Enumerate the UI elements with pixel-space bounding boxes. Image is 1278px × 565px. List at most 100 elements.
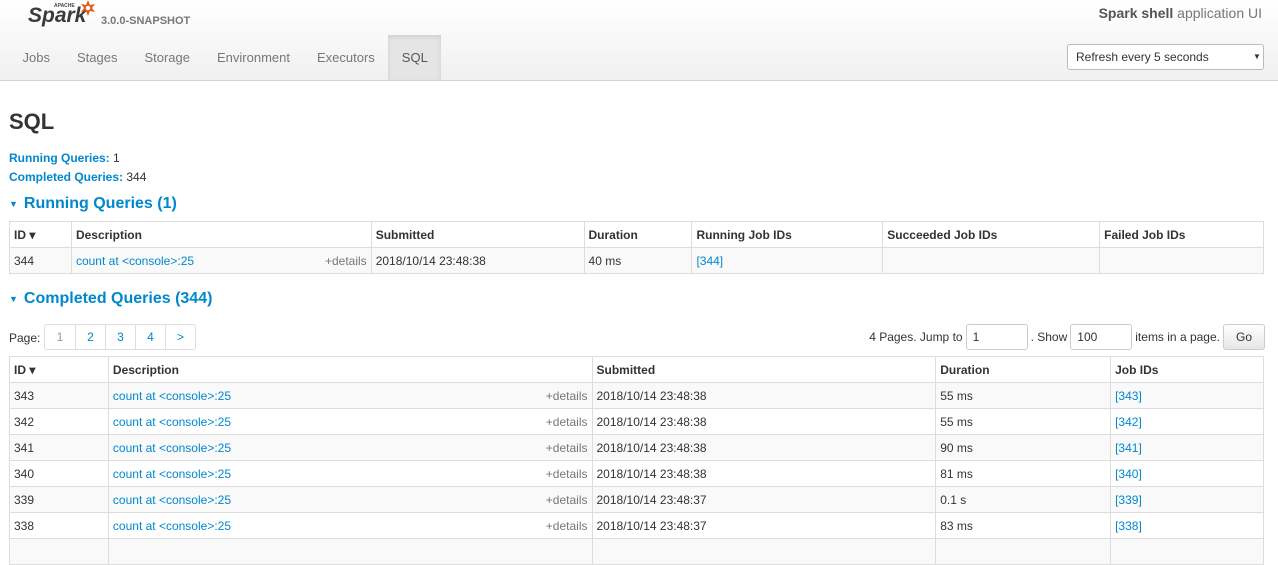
column-header[interactable]: ID ▾: [9, 221, 72, 248]
summary-list: Running Queries: 1 Completed Queries: 34…: [9, 149, 1265, 187]
description-cell: count at <console>:25 +details: [107, 434, 592, 461]
duration: 83 ms: [935, 512, 1111, 539]
details-toggle[interactable]: +details: [546, 519, 588, 533]
job-id-link[interactable]: [338]: [1115, 519, 1142, 533]
items-text: items in a page.: [1135, 330, 1220, 344]
logo-text: Spark: [28, 4, 88, 27]
completed-queries-toggle[interactable]: ▼ Completed Queries (344): [9, 290, 1265, 308]
tab-storage[interactable]: Storage: [131, 35, 204, 80]
column-header[interactable]: Duration: [583, 221, 692, 248]
description-link[interactable]: count at <console>:25: [113, 415, 231, 429]
details-toggle[interactable]: +details: [546, 389, 588, 403]
page-title: SQL: [9, 109, 55, 134]
description-link[interactable]: count at <console>:25: [113, 519, 231, 533]
jump-controls: 4 Pages. Jump to 1 . Show 100 items in a…: [869, 324, 1265, 350]
app-title: Spark shell application UI: [1099, 5, 1262, 21]
submitted-time: 2018/10/14 23:48:37: [591, 512, 936, 539]
completed-queries-count: 344: [126, 170, 147, 184]
column-header[interactable]: ID ▾: [9, 356, 109, 383]
details-toggle[interactable]: +details: [546, 467, 588, 481]
completed-queries-heading: Completed Queries (344): [23, 290, 213, 307]
details-toggle[interactable]: +details: [325, 254, 367, 268]
query-id: 344: [9, 247, 72, 274]
description-cell: count at <console>:25 +details: [107, 486, 592, 513]
completed-queries-link[interactable]: Completed Queries:: [9, 170, 123, 184]
job-id-link[interactable]: [341]: [1115, 441, 1142, 455]
description-link[interactable]: count at <console>:25: [113, 441, 231, 455]
tab-stages[interactable]: Stages: [63, 35, 130, 80]
completed-queries-table: ID ▾ Description Submitted Duration Job IDs …: [9, 356, 1264, 565]
job-ids: [338]: [1110, 512, 1264, 539]
column-header[interactable]: Failed Job IDs: [1099, 221, 1264, 248]
description-link[interactable]: count at <console>:25: [76, 254, 194, 268]
brand[interactable]: APACHE Spark 3.0.0-SNAPSHOT: [22, 0, 222, 32]
app-name: Spark shell: [1098, 5, 1174, 21]
page-link-2[interactable]: 2: [75, 325, 105, 349]
description-cell: [107, 538, 592, 565]
page-link-5[interactable]: >: [165, 325, 195, 349]
job-id-link[interactable]: [344]: [696, 254, 723, 268]
query-id: 343: [9, 382, 109, 409]
jump-page-input[interactable]: 1: [965, 324, 1028, 350]
app-title-suffix: application UI: [1177, 5, 1262, 21]
show-text: . Show: [1030, 330, 1068, 344]
query-id: 339: [9, 486, 109, 513]
pagination: 1 2 3 4 >: [44, 324, 196, 350]
tab-environment[interactable]: Environment: [204, 35, 304, 80]
description-link[interactable]: count at <console>:25: [113, 389, 231, 403]
top-navbar: APACHE Spark 3.0.0-SNAPSHOT Spark shell …: [0, 0, 1278, 81]
submitted-time: [591, 538, 936, 565]
job-id-link[interactable]: [339]: [1115, 493, 1142, 507]
column-header[interactable]: Running Job IDs: [691, 221, 883, 248]
table-row: 340 count at <console>:25 +details 2018/10/…: [9, 460, 1264, 487]
column-header[interactable]: Submitted: [591, 356, 936, 383]
table-row: 343 count at <console>:25 +details 2018/10/…: [9, 382, 1264, 409]
page-link-1[interactable]: 1: [45, 325, 75, 349]
duration: 55 ms: [935, 382, 1111, 409]
submitted-time: 2018/10/14 23:48:38: [370, 247, 585, 274]
column-header[interactable]: Job IDs: [1110, 356, 1264, 383]
running-queries-link[interactable]: Running Queries:: [9, 151, 110, 165]
column-header[interactable]: Description: [70, 221, 372, 248]
running-queries-table: ID ▾ Description Submitted Duration Running …: [9, 221, 1264, 274]
tab-sql[interactable]: SQL: [388, 35, 442, 80]
details-toggle[interactable]: +details: [546, 415, 588, 429]
query-id: 338: [9, 512, 109, 539]
refresh-select[interactable]: Refresh every 5 seconds ▼: [1067, 44, 1264, 70]
submitted-time: 2018/10/14 23:48:37: [591, 486, 936, 513]
running-queries-toggle[interactable]: ▼ Running Queries (1): [9, 195, 1265, 213]
job-ids: [339]: [1110, 486, 1264, 513]
page-link-4[interactable]: 4: [135, 325, 165, 349]
query-id: 342: [9, 408, 109, 435]
tab-executors[interactable]: Executors: [303, 35, 388, 80]
go-button[interactable]: Go: [1222, 324, 1265, 350]
query-id: [9, 538, 109, 565]
column-header[interactable]: Description: [107, 356, 592, 383]
submitted-time: 2018/10/14 23:48:38: [591, 460, 936, 487]
table-row: 341 count at <console>:25 +details 2018/10/…: [9, 434, 1264, 461]
jump-text: 4 Pages. Jump to: [869, 330, 963, 344]
description-link[interactable]: count at <console>:25: [113, 467, 231, 481]
description-cell: count at <console>:25 +details: [107, 512, 592, 539]
page-link-3[interactable]: 3: [105, 325, 135, 349]
description-link[interactable]: count at <console>:25: [113, 493, 231, 507]
job-ids: [340]: [1110, 460, 1264, 487]
details-toggle[interactable]: +details: [546, 493, 588, 507]
page-size-input[interactable]: 100: [1070, 324, 1133, 350]
query-id: 340: [9, 460, 109, 487]
job-id-link[interactable]: [342]: [1115, 415, 1142, 429]
column-header[interactable]: Succeeded Job IDs: [882, 221, 1100, 248]
column-header[interactable]: Submitted: [370, 221, 585, 248]
description-cell: count at <console>:25 +details: [107, 460, 592, 487]
job-id-link[interactable]: [340]: [1115, 467, 1142, 481]
column-header[interactable]: Duration: [935, 356, 1111, 383]
details-toggle[interactable]: +details: [546, 441, 588, 455]
summary-completed: Completed Queries: 344: [9, 168, 1265, 187]
tab-jobs[interactable]: Jobs: [9, 35, 63, 80]
duration: [935, 538, 1111, 565]
main-content: SQL Running Queries: 1 Completed Queries…: [9, 81, 1265, 565]
caret-down-icon: ▼: [9, 294, 18, 304]
job-id-link[interactable]: [343]: [1115, 389, 1142, 403]
submitted-time: 2018/10/14 23:48:38: [591, 382, 936, 409]
spark-logo-icon: APACHE Spark: [28, 0, 95, 27]
